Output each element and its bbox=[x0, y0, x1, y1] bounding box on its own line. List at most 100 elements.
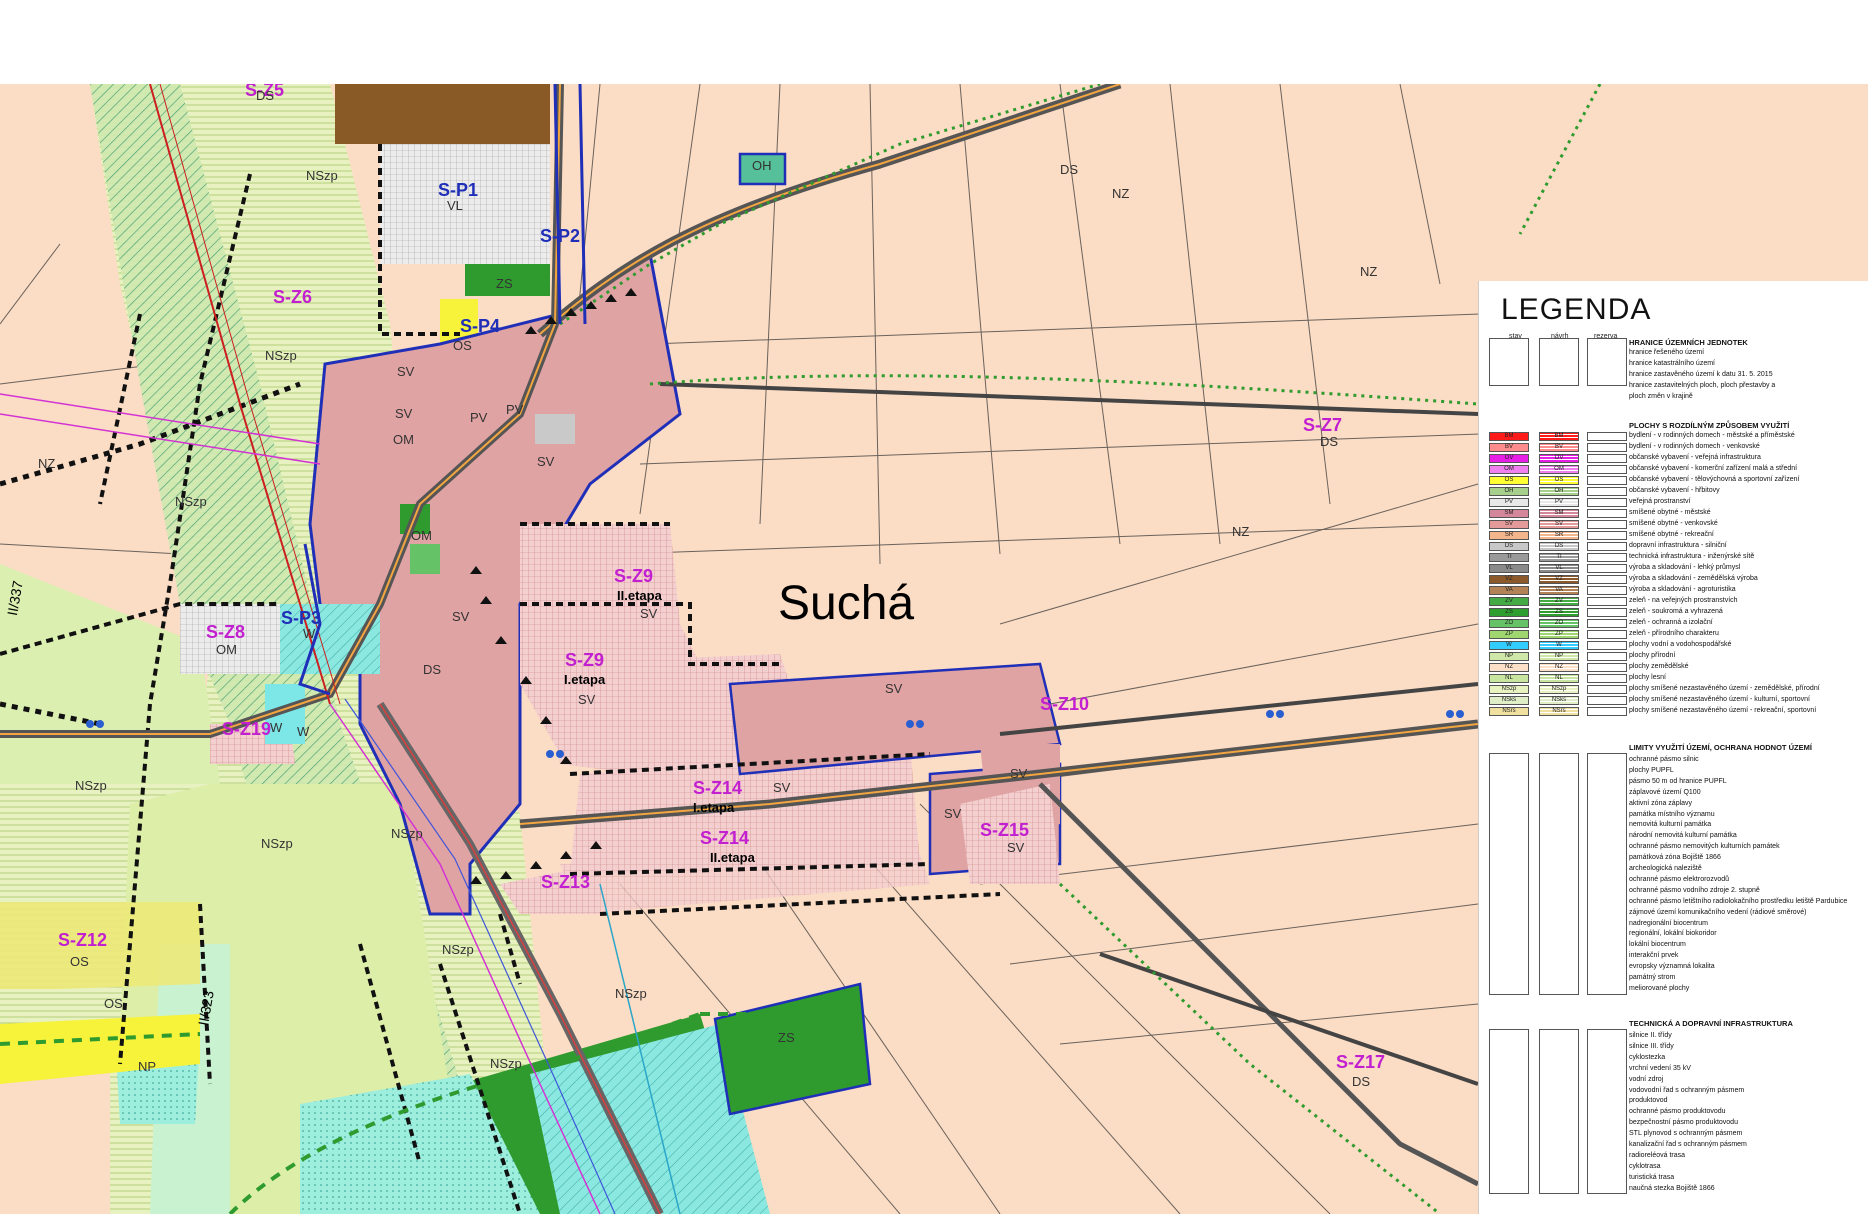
legend-swatch-navrh: NSrs bbox=[1539, 707, 1579, 716]
legend-swatch-stav: ZS bbox=[1489, 608, 1529, 617]
legend-item: interakční prvek bbox=[1629, 952, 1679, 960]
legend-item: VA VA výroba a skladování - agroturistika bbox=[1479, 585, 1868, 596]
legend-swatch-navrh: BV bbox=[1539, 443, 1579, 452]
legend-section-limits: LIMITY VYUŽITÍ ÚZEMÍ, OCHRANA HODNOT ÚZE… bbox=[1479, 743, 1868, 995]
legend-item: NSrs NSrs plochy smíšené nezastavěného úze… bbox=[1479, 706, 1868, 717]
legend-section-heading: LIMITY VYUŽITÍ ÚZEMÍ, OCHRANA HODNOT ÚZE… bbox=[1629, 743, 1812, 752]
legend-item: ZS ZS zeleň - soukromá a vyhrazená bbox=[1479, 607, 1868, 618]
legend-swatch-stav: ZP bbox=[1489, 630, 1529, 639]
legend-swatch-stav: BV bbox=[1489, 443, 1529, 452]
legend-swatch-stav: VL bbox=[1489, 564, 1529, 573]
legend-swatch-rezerva bbox=[1587, 498, 1627, 507]
legend-item: ochranné pásmo vodního zdroje 2. stupně bbox=[1629, 886, 1760, 894]
legend-item: archeologická naleziště bbox=[1629, 865, 1702, 872]
legend-swatch-rezerva bbox=[1587, 685, 1627, 694]
legend-swatch-navrh: NSzp bbox=[1539, 685, 1579, 694]
legend-swatch-navrh: OS bbox=[1539, 476, 1579, 485]
legend-item: evropsky významná lokalita bbox=[1629, 963, 1715, 971]
legend-item: PV PV veřejná prostranství bbox=[1479, 497, 1868, 508]
legend-panel: LEGENDA stav návrh rezerva HRANICE ÚZEMN… bbox=[1478, 281, 1868, 1214]
legend-swatch-rezerva bbox=[1587, 586, 1627, 595]
legend-swatch-navrh: VA bbox=[1539, 586, 1579, 595]
legend-swatch-navrh: SM bbox=[1539, 509, 1579, 518]
legend-swatch-stav: DS bbox=[1489, 542, 1529, 551]
legend-item: NSzp NSzp plochy smíšené nezastavěného úze… bbox=[1479, 684, 1868, 695]
legend-swatch-stav: W bbox=[1489, 641, 1529, 650]
legend-swatch-rezerva bbox=[1587, 652, 1627, 661]
legend-swatch-navrh: ZV bbox=[1539, 597, 1579, 606]
legend-swatch-rezerva bbox=[1587, 520, 1627, 529]
legend-item: OV OV občanské vybavení - veřejná infrastr… bbox=[1479, 453, 1868, 464]
legend-swatch-navrh: W bbox=[1539, 641, 1579, 650]
legend-item: památková zóna Bojiště 1866 bbox=[1629, 854, 1721, 862]
legend-swatch-navrh: ZS bbox=[1539, 608, 1579, 617]
legend-swatch-rezerva bbox=[1587, 476, 1627, 485]
legend-item: DS DS dopravní infrastruktura - silniční bbox=[1479, 541, 1868, 552]
legend-item: BM BM bydlení - v rodinných domech - městs… bbox=[1479, 431, 1868, 442]
legend-swatch-navrh: SR bbox=[1539, 531, 1579, 540]
legend-item: ploch změn v krajině bbox=[1629, 393, 1693, 400]
legend-item: cyklotrasa bbox=[1629, 1162, 1661, 1170]
legend-item: VL VL výroba a skladování - lehký průmysl bbox=[1479, 563, 1868, 574]
legend-section-heading: PLOCHY S ROZDÍLNÝM ZPŮSOBEM VYUŽITÍ bbox=[1629, 421, 1790, 430]
legend-section-land-use: PLOCHY S ROZDÍLNÝM ZPŮSOBEM VYUŽITÍ BM BM… bbox=[1479, 421, 1868, 721]
legend-swatch-stav: ZV bbox=[1489, 597, 1529, 606]
legend-item: VZ VZ výroba a skladování - zemědělská výr… bbox=[1479, 574, 1868, 585]
legend-swatch-navrh: NP bbox=[1539, 652, 1579, 661]
legend-item: pásmo 50 m od hranice PUPFL bbox=[1629, 777, 1727, 785]
legend-item: hranice katastrálního území bbox=[1629, 360, 1715, 367]
legend-section-infrastructure: TECHNICKÁ A DOPRAVNÍ INFRASTRUKTURA siln… bbox=[1479, 1019, 1868, 1199]
legend-item: radioreléová trasa bbox=[1629, 1151, 1686, 1159]
legend-swatch-stav: OV bbox=[1489, 454, 1529, 463]
legend-swatch-stav: NSks bbox=[1489, 696, 1529, 705]
legend-swatch-stav: SM bbox=[1489, 509, 1529, 518]
legend-swatch-stav: TI bbox=[1489, 553, 1529, 562]
legend-swatch-rezerva bbox=[1587, 608, 1627, 617]
legend-item: cyklostezka bbox=[1629, 1053, 1666, 1061]
legend-item: ochranné pásmo silnic bbox=[1629, 756, 1699, 763]
legend-section-heading: TECHNICKÁ A DOPRAVNÍ INFRASTRUKTURA bbox=[1629, 1019, 1793, 1028]
legend-item: národní nemovitá kulturní památka bbox=[1629, 832, 1737, 840]
legend-item: turistická trasa bbox=[1629, 1173, 1675, 1181]
legend-section-heading: HRANICE ÚZEMNÍCH JEDNOTEK bbox=[1629, 338, 1748, 347]
legend-item: nemovitá kulturní památka bbox=[1629, 821, 1712, 829]
legend-swatch-rezerva bbox=[1587, 443, 1627, 452]
legend-swatch-stav: BM bbox=[1489, 432, 1529, 441]
legend-item: bezpečnostní pásmo produktovodu bbox=[1629, 1119, 1738, 1127]
legend-item: TI TI technická infrastruktura - inženýrsk… bbox=[1479, 552, 1868, 563]
legend-swatch-navrh: OM bbox=[1539, 465, 1579, 474]
legend-item: ZO ZO zeleň - ochranná a izolační bbox=[1479, 618, 1868, 629]
legend-swatch-navrh: ZO bbox=[1539, 619, 1579, 628]
legend-item: ochranné pásmo nemovitých kulturních pam… bbox=[1629, 843, 1780, 851]
legend-item: hranice zastavěného území k datu 31. 5. … bbox=[1629, 371, 1773, 378]
legend-item: produktovod bbox=[1629, 1097, 1668, 1105]
legend-swatch-stav: NSrs bbox=[1489, 707, 1529, 716]
legend-swatch-navrh: ZP bbox=[1539, 630, 1579, 639]
legend-item: OS OS občanské vybavení - tělovýchovná a s… bbox=[1479, 475, 1868, 486]
legend-swatch-stav: VA bbox=[1489, 586, 1529, 595]
legend-swatch-navrh: NSks bbox=[1539, 696, 1579, 705]
legend-item: silnice II. třídy bbox=[1629, 1032, 1672, 1039]
legend-swatch-rezerva bbox=[1587, 564, 1627, 573]
legend-swatch-navrh: TI bbox=[1539, 553, 1579, 562]
legend-swatch-stav: OH bbox=[1489, 487, 1529, 496]
legend-item: památka místního významu bbox=[1629, 810, 1715, 818]
legend-swatch-stav: VZ bbox=[1489, 575, 1529, 584]
legend-item: hranice řešeného území bbox=[1629, 349, 1705, 356]
legend-swatch-rezerva bbox=[1587, 542, 1627, 551]
legend-title: LEGENDA bbox=[1501, 293, 1652, 326]
legend-swatch-rezerva bbox=[1587, 531, 1627, 540]
legend-item: plochy PUPFL bbox=[1629, 766, 1674, 774]
legend-swatch-navrh: VL bbox=[1539, 564, 1579, 573]
legend-swatch-rezerva bbox=[1587, 509, 1627, 518]
legend-swatch-rezerva bbox=[1587, 707, 1627, 716]
legend-item: NL NL plochy lesní bbox=[1479, 673, 1868, 684]
legend-item: ochranné pásmo produktovodu bbox=[1629, 1108, 1726, 1116]
legend-item: lokální biocentrum bbox=[1629, 941, 1686, 949]
legend-item: NSks NSks plochy smíšené nezastavěného úze… bbox=[1479, 695, 1868, 706]
legend-swatch-stav: SR bbox=[1489, 531, 1529, 540]
legend-item: NP NP plochy přírodní bbox=[1479, 651, 1868, 662]
legend-item: vrchní vedení 35 kV bbox=[1629, 1064, 1691, 1072]
legend-item: SM SM smíšené obytné - městské bbox=[1479, 508, 1868, 519]
legend-swatch-rezerva bbox=[1587, 619, 1627, 628]
